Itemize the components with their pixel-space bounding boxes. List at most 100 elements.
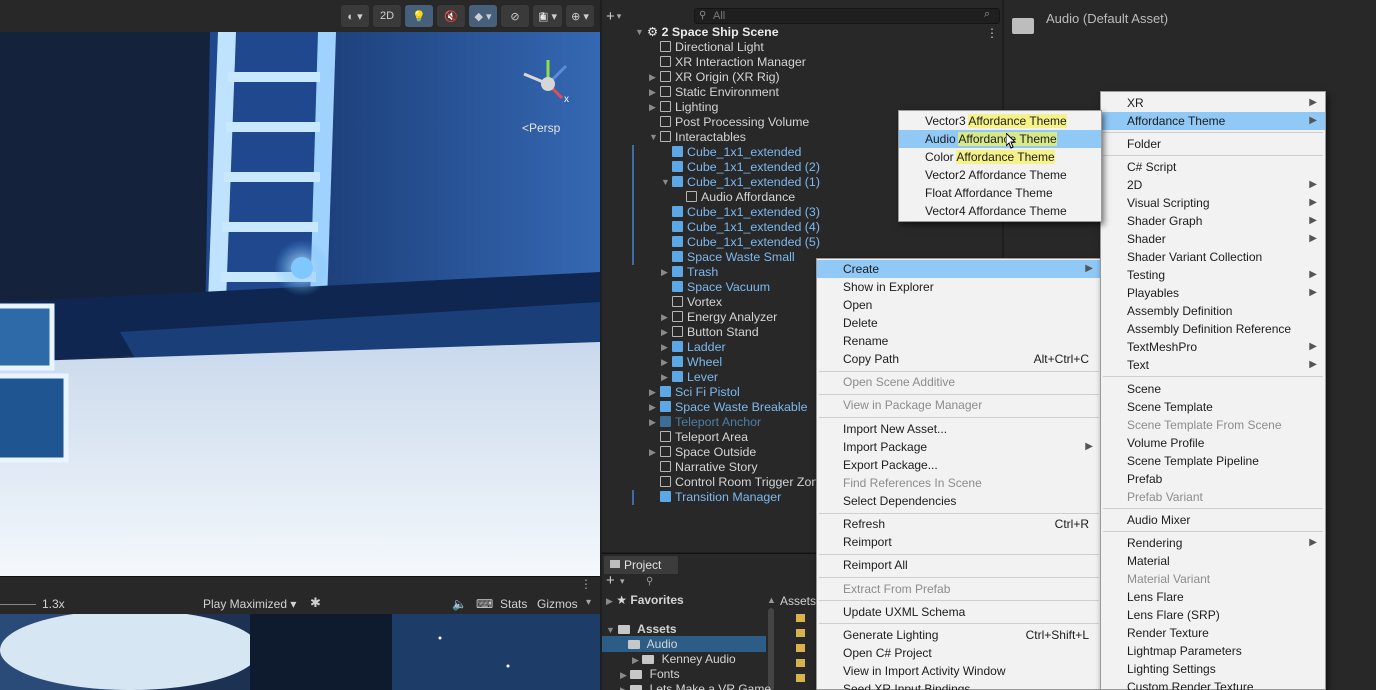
menu-item-import-package[interactable]: Import Package ▶ [817,438,1101,456]
menu-item-vector2-affordance-theme[interactable]: Vector2 Affordance Theme [899,166,1101,184]
search-icon[interactable]: ⚲ [646,576,653,587]
expand-arrow-icon[interactable]: ▶ [606,596,613,606]
hierarchy-item[interactable]: ▶ Sci Fi Pistol [649,385,740,400]
menu-item-lens-flare[interactable]: Lens Flare [1101,588,1325,606]
hierarchy-item-disabled[interactable]: ▶ Teleport Anchor [649,415,761,430]
project-folder-row[interactable]: ▶ Lets Make a VR Game [620,682,771,690]
menu-item-open[interactable]: Open [817,296,1101,314]
gizmos-dropdown-icon[interactable]: ▾ [586,597,591,608]
hidden-objects-icon[interactable]: ⊘ [501,5,530,27]
menu-item-render-texture[interactable]: Render Texture [1101,624,1325,642]
menu-item-textmeshpro[interactable]: TextMeshPro ▶ [1101,338,1325,356]
create-dropdown-icon[interactable]: ▾ [617,11,622,22]
hierarchy-item[interactable]: ▶ Trash [661,265,718,280]
menu-item-create[interactable]: Create ▶ [817,260,1101,278]
expand-arrow-icon[interactable]: ▶ [620,670,627,680]
scrollbar[interactable] [768,608,774,690]
hierarchy-item[interactable]: ▶ Button Stand [661,325,759,340]
hierarchy-item[interactable]: Audio Affordance [686,190,795,205]
menu-item-shader[interactable]: Shader ▶ [1101,230,1325,248]
hierarchy-item[interactable]: ▶ Static Environment [649,85,779,100]
menu-item-scene-template[interactable]: Scene Template [1101,398,1325,416]
hierarchy-item[interactable]: Space Vacuum [672,280,770,295]
expand-arrow-icon[interactable]: ▶ [649,70,656,85]
create-dropdown-icon[interactable]: ▾ [620,576,625,587]
audio-asset-icon[interactable] [796,674,805,682]
menu-item-shader-graph[interactable]: Shader Graph ▶ [1101,212,1325,230]
menu-item-refresh[interactable]: Refresh Ctrl+R [817,515,1101,533]
menu-item-volume-profile[interactable]: Volume Profile [1101,434,1325,452]
expand-arrow-icon[interactable]: ▼ [661,175,670,190]
audio-asset-icon[interactable] [796,644,805,652]
menu-item-float-affordance-theme[interactable]: Float Affordance Theme [899,184,1101,202]
effects-toggle-icon[interactable]: ◆ ▾ [469,5,498,27]
expand-arrow-icon[interactable]: ▼ [649,130,658,145]
project-folder-row[interactable]: Audio [628,637,677,651]
audio-toggle-icon[interactable]: 🔇 [437,5,466,27]
create-plus-icon[interactable]: + [606,8,615,25]
menu-item-copy-path[interactable]: Copy Path Alt+Ctrl+C [817,350,1101,368]
hierarchy-item[interactable]: Cube_1x1_extended (5) [672,235,820,250]
menu-item-rename[interactable]: Rename [817,332,1101,350]
menu-item-material[interactable]: Material [1101,552,1325,570]
hierarchy-item[interactable]: ▶ Ladder [661,340,726,355]
menu-item-csharp-script[interactable]: C# Script [1101,158,1325,176]
assets-folder-row[interactable]: ▼ Assets [606,622,677,636]
menu-item-color-affordance-theme[interactable]: Color Affordance Theme [899,148,1101,166]
menu-item-reimport[interactable]: Reimport [817,533,1101,551]
audio-asset-icon[interactable] [796,629,805,637]
hierarchy-item[interactable]: Narrative Story [660,460,758,475]
expand-arrow-icon[interactable]: ▶ [661,355,668,370]
hierarchy-scene-row[interactable]: ▼ ⚙ 2 Space Ship Scene [635,25,779,40]
gizmos-button[interactable]: Gizmos [537,597,578,611]
menu-item-vector3-affordance-theme[interactable]: Vector3 Affordance Theme [899,112,1101,130]
menu-item-update-uxml-schema[interactable]: Update UXML Schema [817,603,1101,621]
hierarchy-item[interactable]: Space Waste Small [672,250,795,265]
menu-item-export-package[interactable]: Export Package... [817,456,1101,474]
menu-item-vector4-affordance-theme[interactable]: Vector4 Affordance Theme [899,202,1101,220]
hierarchy-item[interactable]: ▶ Energy Analyzer [661,310,777,325]
hierarchy-item[interactable]: Teleport Area [660,430,748,445]
menu-item-testing[interactable]: Testing ▶ [1101,266,1325,284]
search-options-icon[interactable]: ⌕ [984,8,990,21]
audio-asset-icon[interactable] [796,659,805,667]
expand-arrow-icon[interactable]: ▼ [606,625,615,635]
play-mode-dropdown[interactable]: Play Maximized ▾ [203,597,296,611]
hierarchy-item[interactable]: XR Interaction Manager [660,55,806,70]
menu-item-show-in-explorer[interactable]: Show in Explorer [817,278,1101,296]
menu-item-assembly-definition[interactable]: Assembly Definition [1101,302,1325,320]
menu-item-folder[interactable]: Folder [1101,135,1325,153]
menu-item-visual-scripting[interactable]: Visual Scripting ▶ [1101,194,1325,212]
expand-arrow-icon[interactable]: ▶ [649,385,656,400]
expand-arrow-icon[interactable]: ▶ [661,340,668,355]
hierarchy-item[interactable]: ▶ XR Origin (XR Rig) [649,70,780,85]
expand-arrow-icon[interactable]: ▶ [661,265,668,280]
hierarchy-item[interactable]: Post Processing Volume [660,115,809,130]
hierarchy-item[interactable]: ▼ Interactables [649,130,746,145]
expand-arrow-icon[interactable]: ▶ [661,370,668,385]
shortcuts-icon[interactable]: ⌨ [476,597,493,611]
hierarchy-item[interactable]: Vortex [672,295,722,310]
menu-item-seed-xr-input-bindings[interactable]: Seed XR Input Bindings [817,680,1101,690]
expand-arrow-icon[interactable]: ▶ [620,685,627,690]
2d-toggle-button[interactable]: 2D [373,5,402,27]
menu-item-assembly-definition-reference[interactable]: Assembly Definition Reference [1101,320,1325,338]
audio-asset-icon[interactable] [796,614,805,622]
hierarchy-item[interactable]: Cube_1x1_extended [672,145,801,160]
project-folder-row[interactable]: ▶ Fonts [620,667,680,681]
draw-mode-dropdown[interactable]: ◐ ▾ [341,5,370,27]
hierarchy-item[interactable]: Transition Manager [660,490,781,505]
menu-item-shader-variant-collection[interactable]: Shader Variant Collection [1101,248,1325,266]
hierarchy-item[interactable]: Control Room Trigger Zone [660,475,825,490]
hierarchy-item[interactable]: Cube_1x1_extended (4) [672,220,820,235]
menu-item-text[interactable]: Text ▶ [1101,356,1325,374]
gizmos-toggle-icon[interactable]: ⊕ ▾ [566,5,594,27]
camera-settings-icon[interactable]: ▣ ▾ [533,5,562,27]
expand-arrow-icon[interactable]: ▶ [649,445,656,460]
hierarchy-search-input[interactable]: ⚲ All [694,8,1000,24]
hierarchy-item[interactable]: ▶ Space Waste Breakable [649,400,807,415]
menu-item-lens-flare-srp[interactable]: Lens Flare (SRP) [1101,606,1325,624]
menu-item-reimport-all[interactable]: Reimport All [817,556,1101,574]
hierarchy-item[interactable]: ▼ Cube_1x1_extended (1) [661,175,820,190]
menu-item-view-import-activity[interactable]: View in Import Activity Window [817,662,1101,680]
